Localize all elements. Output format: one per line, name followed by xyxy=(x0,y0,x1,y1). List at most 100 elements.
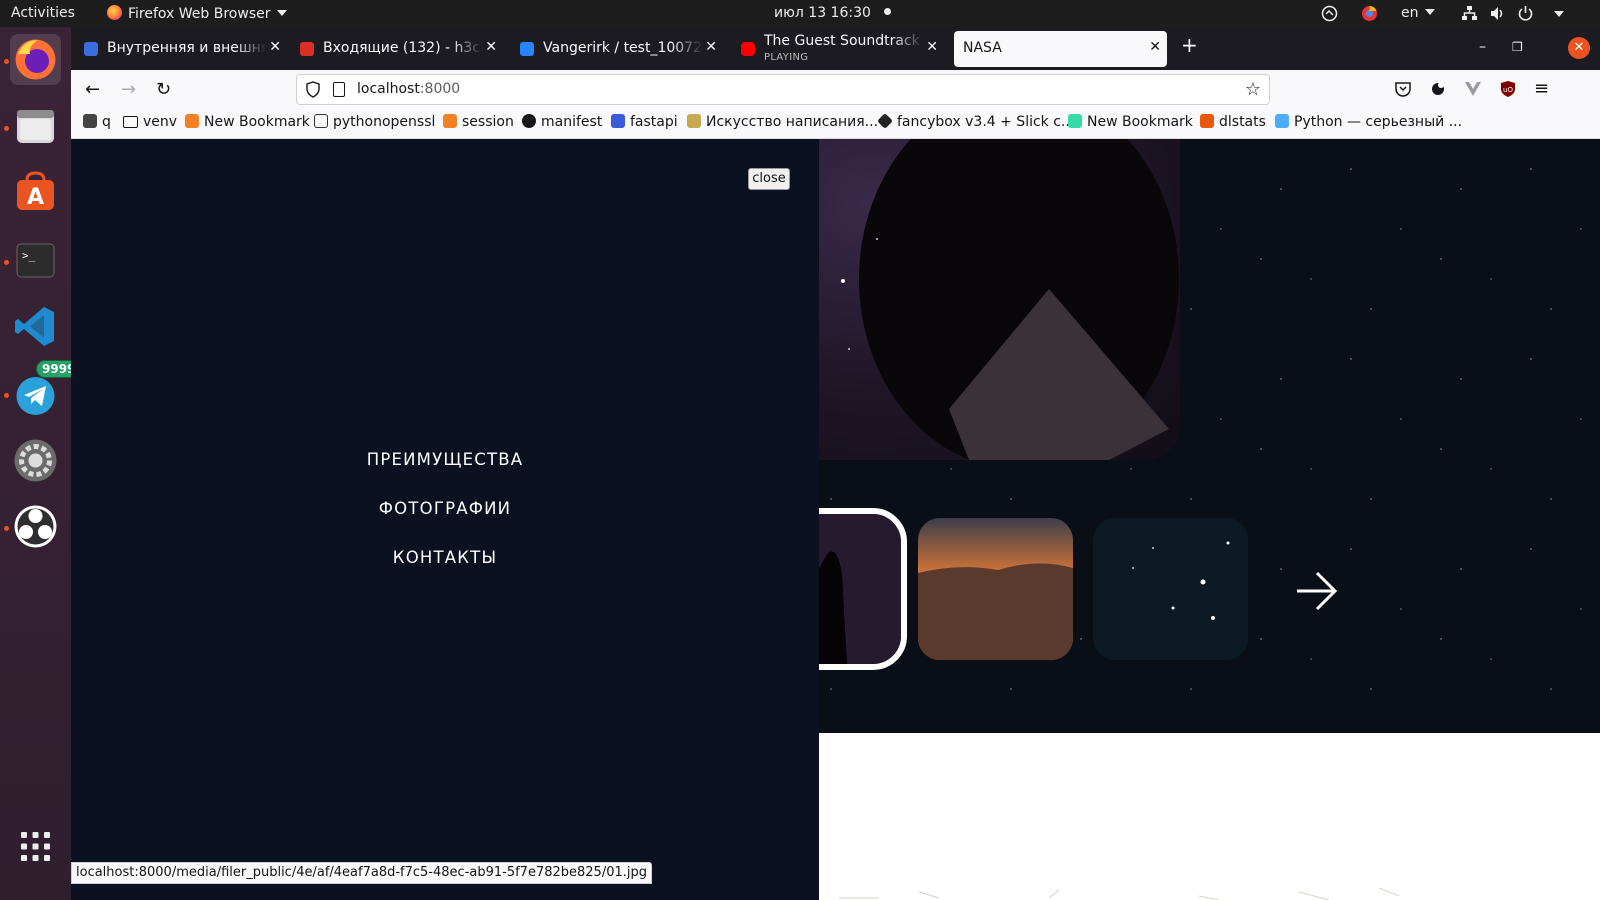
thumbnail-stars[interactable] xyxy=(1093,518,1248,660)
main-photo[interactable] xyxy=(819,139,1180,460)
star-favicon-icon xyxy=(687,114,701,128)
vpn-icon[interactable] xyxy=(1321,5,1338,22)
tab-title: Vangerirk / test_100722 xyxy=(543,40,703,56)
app-menu[interactable]: Firefox Web Browser xyxy=(107,5,287,22)
bookmark-label: pythonopenssl xyxy=(333,114,436,130)
network-icon[interactable] xyxy=(1461,5,1478,22)
vue-devtools-icon[interactable] xyxy=(1464,80,1482,98)
status-bar-url: localhost:8000/media/filer_public/4e/af/… xyxy=(71,862,652,884)
bookmark-favicon-icon xyxy=(1068,114,1082,128)
apps-grid-icon xyxy=(21,832,50,861)
firefox-window: Внутренняя и внешняя р ✕ Входящие (132) … xyxy=(71,27,1600,900)
tab-2[interactable]: Входящие (132) - h3ckph ✕ xyxy=(291,31,503,67)
bookmark-item[interactable]: session xyxy=(443,114,514,130)
bookmark-label: fastapi xyxy=(630,114,678,130)
tab-close-icon[interactable]: ✕ xyxy=(1149,39,1161,55)
bookmark-star-icon[interactable]: ☆ xyxy=(1245,79,1261,100)
tracking-shield-icon[interactable] xyxy=(306,81,320,98)
bookmark-item[interactable]: q xyxy=(83,114,111,130)
stackoverflow-favicon-icon xyxy=(443,114,457,128)
hamburger-menu-icon[interactable]: ≡ xyxy=(1534,78,1549,99)
bookmark-label: New Bookmark xyxy=(204,114,310,130)
url-port: :8000 xyxy=(419,81,461,97)
minimize-button[interactable]: – xyxy=(1479,39,1486,55)
tab-close-icon[interactable]: ✕ xyxy=(485,39,497,55)
url-bar[interactable]: localhost:8000 ☆ xyxy=(296,74,1270,105)
bookmark-label: fancybox v3.4 + Slick c... xyxy=(897,114,1075,130)
firefox-icon xyxy=(15,39,56,80)
url-text[interactable]: localhost:8000 xyxy=(357,81,460,97)
thumbnail-image xyxy=(918,518,1073,660)
tab-title: NASA xyxy=(963,40,1002,56)
dock-files[interactable] xyxy=(10,101,61,152)
forward-button[interactable]: → xyxy=(121,79,136,100)
page-info-icon[interactable] xyxy=(333,82,345,97)
bookmark-item[interactable]: pythonopenssl xyxy=(314,114,435,130)
close-button[interactable]: close xyxy=(748,168,790,190)
dock-vscode[interactable] xyxy=(10,301,61,352)
firefox-icon xyxy=(107,5,122,20)
bookmark-item[interactable]: fastapi xyxy=(611,114,678,130)
reload-button[interactable]: ↻ xyxy=(156,79,171,100)
maximize-button[interactable]: ❐ xyxy=(1512,40,1523,54)
menu-link-advantages[interactable]: ПРЕИМУЩЕСТВА xyxy=(71,450,819,469)
power-icon[interactable] xyxy=(1517,5,1534,22)
app-name: Firefox Web Browser xyxy=(128,6,271,22)
activities-button[interactable]: Activities xyxy=(11,5,75,21)
dock-software[interactable]: A xyxy=(10,168,61,219)
bookmark-favicon-icon xyxy=(314,114,328,128)
tab-1[interactable]: Внутренняя и внешняя р ✕ xyxy=(75,31,287,67)
thumbnail-desert[interactable] xyxy=(918,518,1073,660)
tab-close-icon[interactable]: ✕ xyxy=(926,39,938,55)
bookmark-item[interactable]: fancybox v3.4 + Slick c... xyxy=(877,113,1075,130)
new-tab-button[interactable]: + xyxy=(1181,33,1198,57)
bookmark-item[interactable]: Python — серьезный ... xyxy=(1275,114,1462,130)
running-indicator-icon xyxy=(4,260,9,265)
bookmark-favicon-icon xyxy=(611,114,625,128)
bookmark-item[interactable]: Искусство написания... xyxy=(687,114,878,130)
volume-icon[interactable] xyxy=(1489,5,1506,22)
language-selector[interactable]: en xyxy=(1401,5,1435,21)
tab-title: The Guest Soundtrack - V xyxy=(764,33,924,49)
pocket-icon[interactable] xyxy=(1394,80,1412,98)
bookmark-item[interactable]: New Bookmark xyxy=(185,114,310,130)
menu-link-contacts[interactable]: КОНТАКТЫ xyxy=(71,548,819,567)
tab-close-icon[interactable]: ✕ xyxy=(705,39,717,55)
show-applications[interactable] xyxy=(10,821,61,872)
tab-favicon-icon xyxy=(84,42,98,56)
extension-icon[interactable] xyxy=(1429,80,1447,98)
menu-link-photos[interactable]: ФОТОГРАФИИ xyxy=(71,499,819,518)
dock-telegram[interactable]: 9999 xyxy=(10,360,82,419)
url-host: localhost xyxy=(357,81,420,97)
system-top-bar: Activities Firefox Web Browser июл 13 16… xyxy=(0,0,1600,27)
system-menu-chevron-icon[interactable] xyxy=(1554,11,1564,17)
bookmark-item[interactable]: manifest xyxy=(522,114,602,130)
clock[interactable]: июл 13 16:30 xyxy=(774,5,892,21)
tab-nasa-active[interactable]: NASA ✕ xyxy=(954,31,1167,67)
thumbnail-image xyxy=(1093,518,1248,660)
arrow-right-icon[interactable] xyxy=(1295,571,1339,611)
bookmark-favicon-icon xyxy=(877,113,893,129)
window-close-button[interactable]: ✕ xyxy=(1568,37,1590,59)
tab-title: Внутренняя и внешняя р xyxy=(107,40,267,56)
dock-obs[interactable] xyxy=(10,501,61,552)
bookmark-label: Python — серьезный ... xyxy=(1294,114,1463,130)
running-indicator-icon xyxy=(4,526,9,531)
dock-firefox[interactable] xyxy=(10,34,61,85)
tab-close-icon[interactable]: ✕ xyxy=(269,39,281,55)
chrome-remote-icon[interactable] xyxy=(1361,5,1378,22)
bookmark-item[interactable]: dlstats xyxy=(1200,114,1266,130)
settings-gear-icon xyxy=(14,439,57,482)
bookmark-folder[interactable]: venv xyxy=(123,114,177,130)
tab-3[interactable]: Vangerirk / test_100722 ✕ xyxy=(511,31,723,67)
tab-4[interactable]: The Guest Soundtrack - V PLAYING ✕ xyxy=(732,31,944,67)
chevron-down-icon xyxy=(1424,9,1435,15)
bookmark-item[interactable]: New Bookmark xyxy=(1068,114,1193,130)
dock-terminal[interactable]: >_ xyxy=(10,235,61,286)
ublock-icon[interactable]: uO xyxy=(1499,80,1517,98)
running-indicator-icon xyxy=(4,393,9,398)
tab-strip: Внутренняя и внешняя р ✕ Входящие (132) … xyxy=(71,27,1600,70)
dock-settings[interactable] xyxy=(10,435,61,486)
stackoverflow-favicon-icon xyxy=(185,114,199,128)
back-button[interactable]: ← xyxy=(85,79,100,100)
